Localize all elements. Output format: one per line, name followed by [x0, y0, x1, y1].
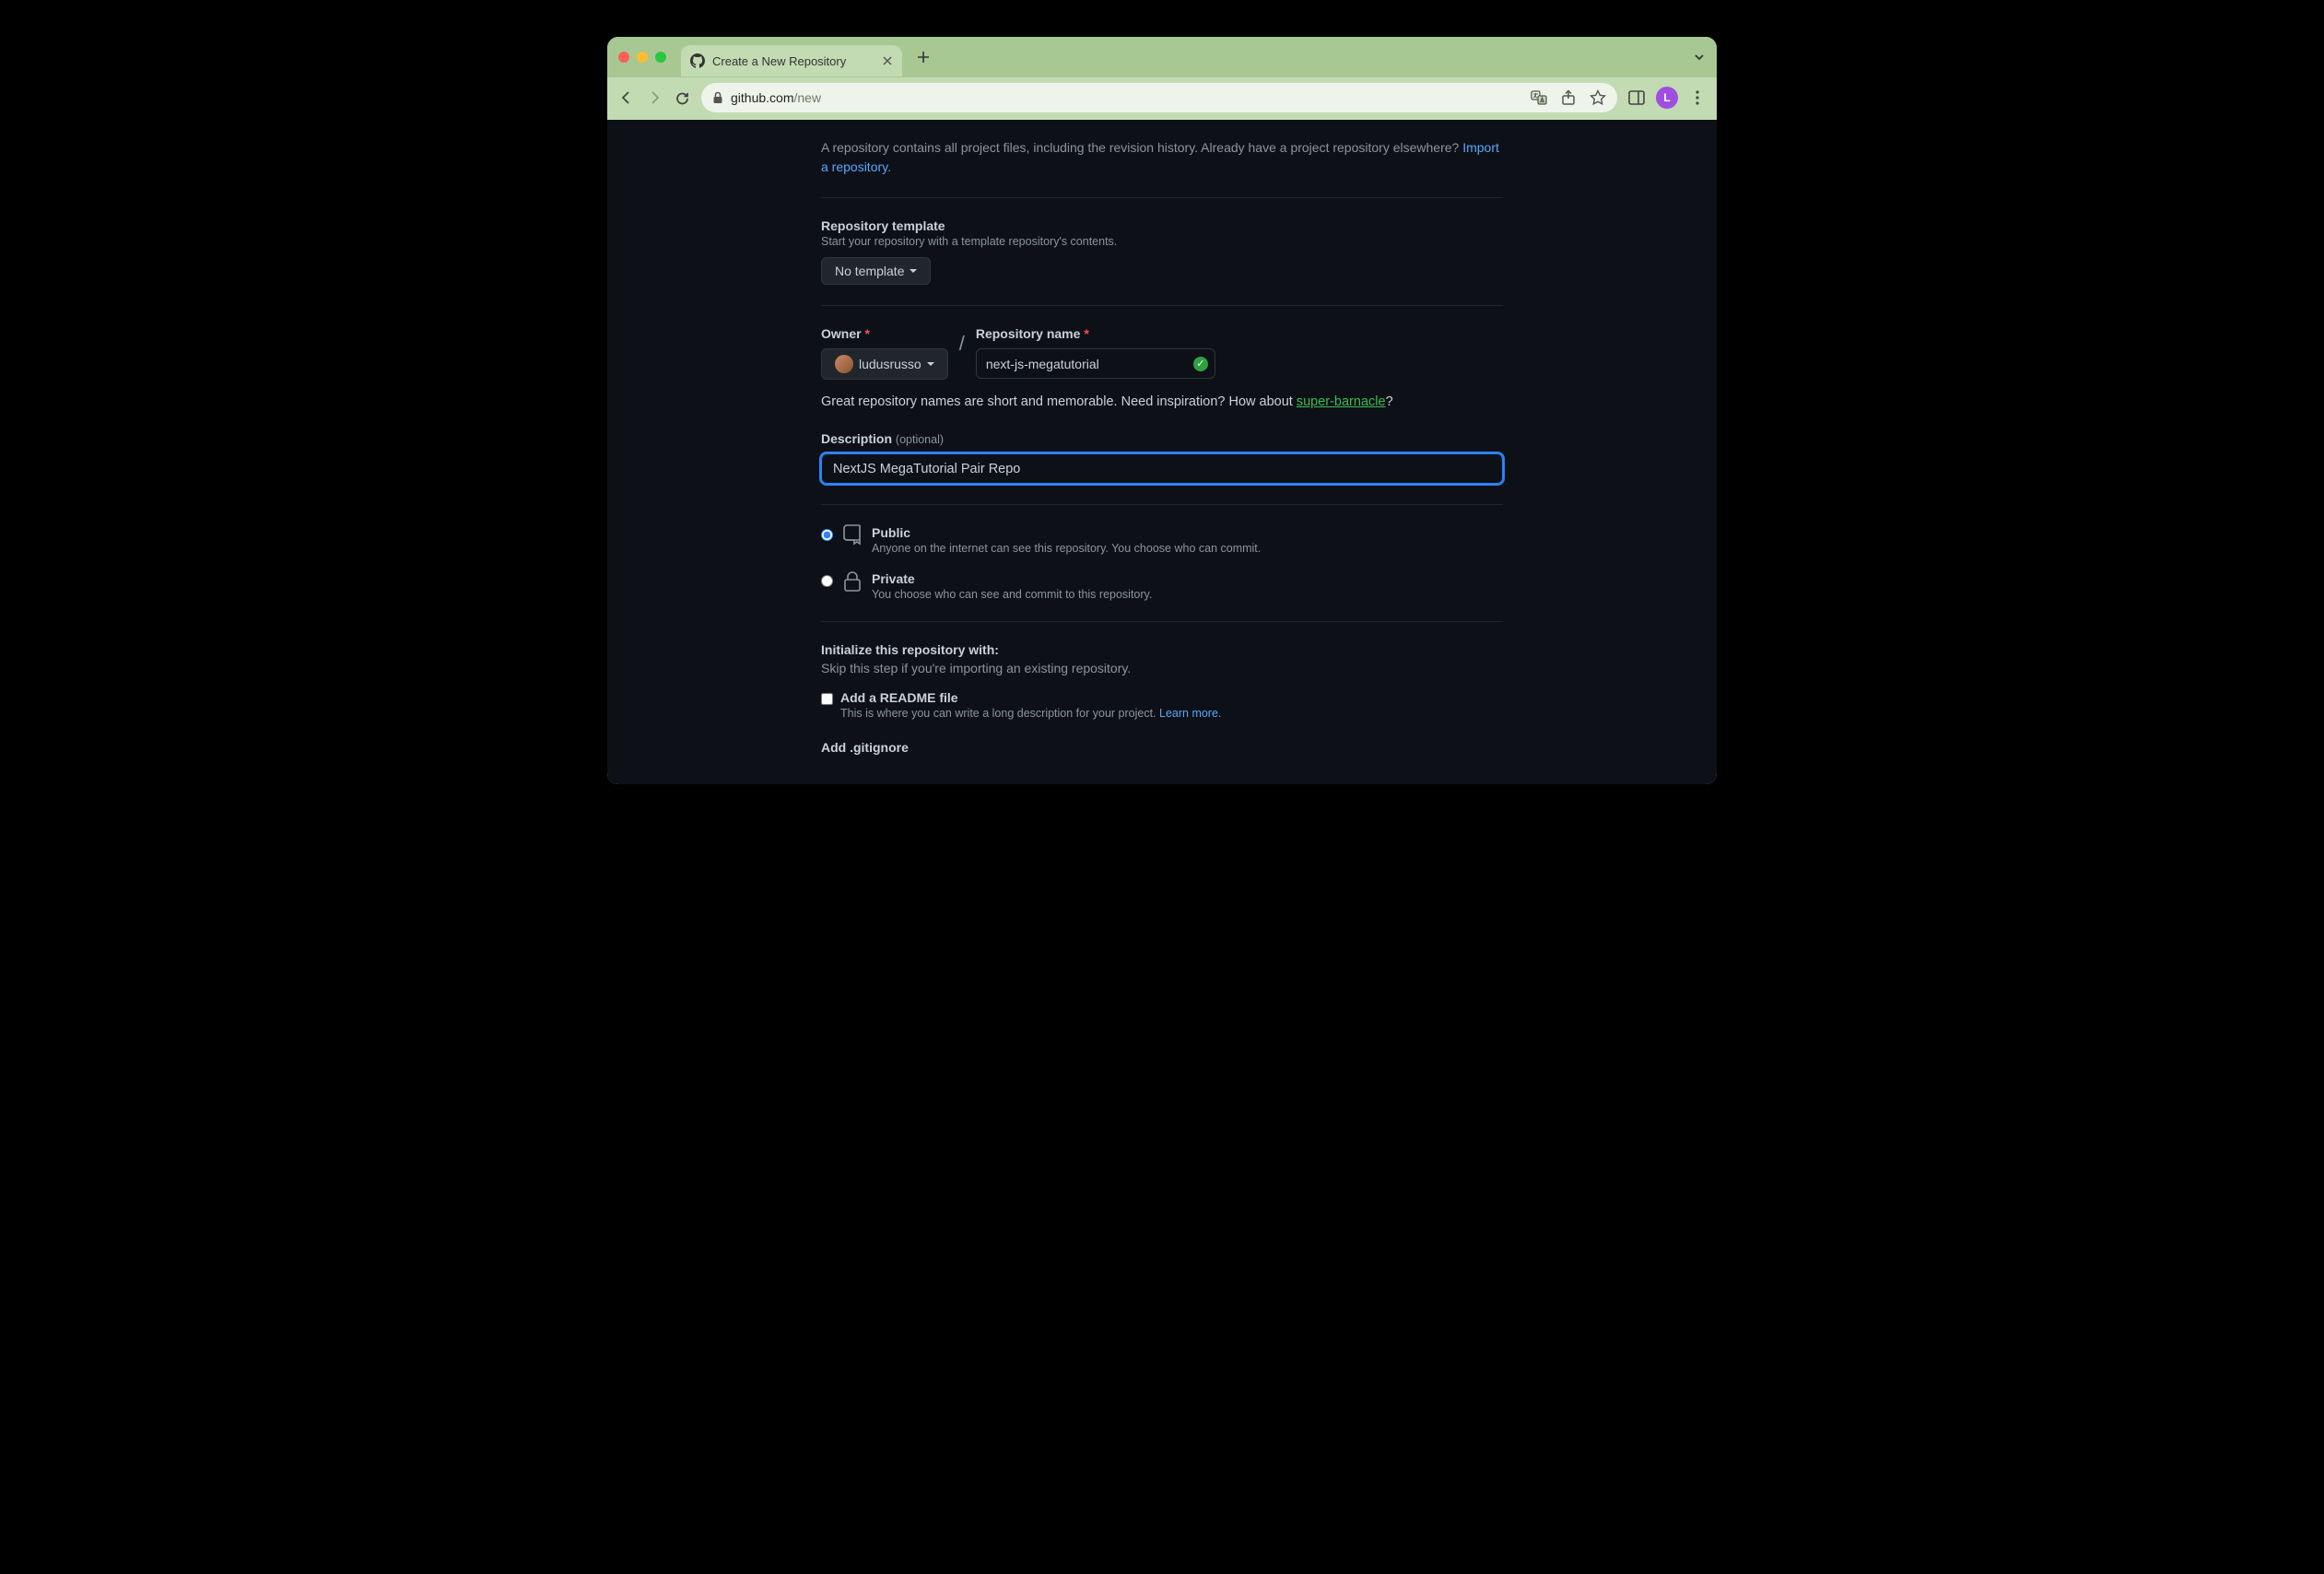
- readme-row[interactable]: Add a README file This is where you can …: [821, 690, 1503, 720]
- caret-down-icon: [927, 362, 934, 366]
- lock-icon: [712, 91, 723, 104]
- template-sub: Start your repository with a template re…: [821, 235, 1503, 248]
- sidepanel-icon[interactable]: [1628, 89, 1645, 106]
- tab-title: Create a New Repository: [712, 54, 874, 68]
- translate-icon[interactable]: [1531, 89, 1547, 106]
- readme-desc: This is where you can write a long descr…: [840, 707, 1221, 720]
- page-subtitle: A repository contains all project files,…: [821, 138, 1503, 177]
- minimize-window-button[interactable]: [637, 52, 648, 63]
- share-icon[interactable]: [1560, 89, 1577, 106]
- window-controls: [618, 52, 674, 63]
- github-icon: [690, 53, 705, 68]
- check-icon: ✓: [1193, 357, 1208, 371]
- browser-right-controls: L: [1628, 87, 1706, 109]
- init-heading: Initialize this repository with:: [821, 642, 1503, 657]
- template-section: Repository template Start your repositor…: [821, 218, 1503, 285]
- public-title: Public: [872, 525, 1261, 540]
- init-section: Initialize this repository with: Skip th…: [821, 642, 1503, 755]
- profile-avatar[interactable]: L: [1656, 87, 1678, 109]
- divider: [821, 621, 1503, 622]
- reload-button[interactable]: [674, 89, 690, 106]
- owner-repo-row: Owner * ludusrusso / Repository name * ✓: [821, 326, 1503, 380]
- caret-down-icon: [910, 269, 917, 273]
- owner-dropdown-button[interactable]: ludusrusso: [821, 348, 948, 380]
- name-suggestion-link[interactable]: super-barnacle: [1297, 394, 1386, 409]
- path-separator: /: [948, 326, 976, 356]
- back-button[interactable]: [618, 89, 635, 106]
- url-text: github.com/new: [731, 90, 821, 105]
- divider: [821, 305, 1503, 306]
- readme-learn-more-link[interactable]: Learn more.: [1159, 707, 1221, 720]
- divider: [821, 197, 1503, 198]
- address-bar-row: github.com/new L: [607, 77, 1717, 120]
- init-sub: Skip this step if you're importing an ex…: [821, 661, 1503, 675]
- repo-name-input[interactable]: [976, 348, 1215, 379]
- visibility-private-row[interactable]: Private You choose who can see and commi…: [821, 571, 1503, 601]
- visibility-public-row[interactable]: Public Anyone on the internet can see th…: [821, 525, 1503, 555]
- address-bar[interactable]: github.com/new: [701, 83, 1617, 112]
- gitignore-label: Add .gitignore: [821, 740, 1503, 755]
- private-desc: You choose who can see and commit to thi…: [872, 588, 1152, 601]
- public-radio[interactable]: [821, 529, 833, 541]
- description-input[interactable]: [821, 453, 1503, 484]
- page-content: A repository contains all project files,…: [607, 120, 1717, 784]
- template-label: Repository template: [821, 218, 1503, 233]
- forward-button[interactable]: [646, 89, 663, 106]
- close-window-button[interactable]: [618, 52, 629, 63]
- template-dropdown-button[interactable]: No template: [821, 257, 931, 285]
- description-section: Description (optional): [821, 431, 1503, 484]
- new-tab-button[interactable]: [910, 51, 937, 64]
- repo-icon: [842, 523, 863, 547]
- browser-window: Create a New Repository github.com/new: [607, 37, 1717, 784]
- lock-icon: [842, 570, 863, 593]
- repo-name-label: Repository name *: [976, 326, 1215, 341]
- tabs-menu-button[interactable]: [1693, 51, 1706, 64]
- readme-checkbox[interactable]: [821, 693, 833, 705]
- divider: [821, 504, 1503, 505]
- public-desc: Anyone on the internet can see this repo…: [872, 542, 1261, 555]
- description-label: Description (optional): [821, 431, 1503, 446]
- owner-avatar-icon: [835, 355, 853, 373]
- repo-name-hint: Great repository names are short and mem…: [821, 394, 1503, 409]
- close-tab-button[interactable]: [882, 55, 893, 66]
- bookmark-icon[interactable]: [1590, 89, 1606, 106]
- browser-tab[interactable]: Create a New Repository: [681, 45, 902, 76]
- maximize-window-button[interactable]: [655, 52, 666, 63]
- private-title: Private: [872, 571, 1152, 586]
- owner-label: Owner *: [821, 326, 948, 341]
- browser-chrome: Create a New Repository github.com/new: [607, 37, 1717, 120]
- more-menu-icon[interactable]: [1689, 89, 1706, 106]
- private-radio[interactable]: [821, 575, 833, 587]
- titlebar: Create a New Repository: [607, 37, 1717, 77]
- readme-title: Add a README file: [840, 690, 1221, 705]
